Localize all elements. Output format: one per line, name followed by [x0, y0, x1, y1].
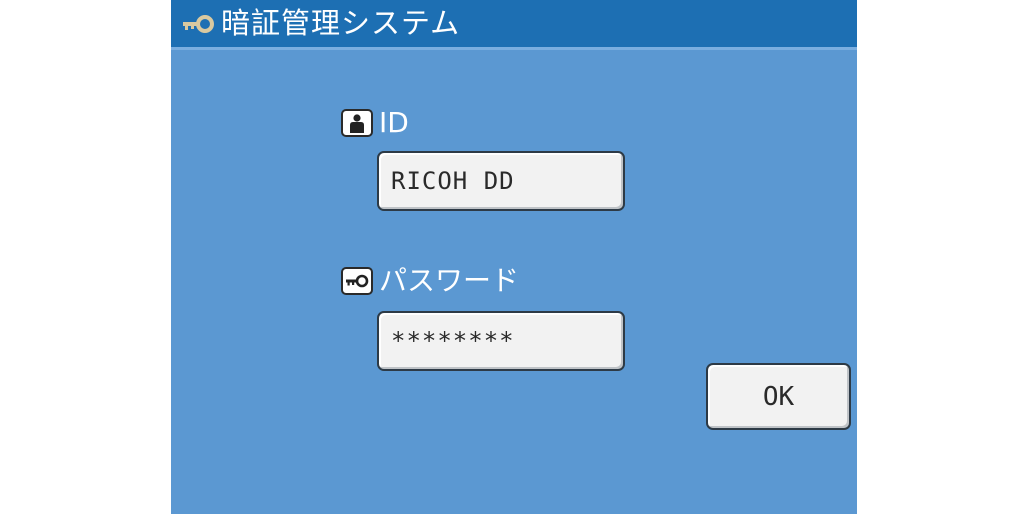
window-title: 暗証管理システム [221, 6, 461, 40]
id-label-row: ID [341, 109, 409, 137]
password-label-row: パスワード [341, 267, 519, 295]
key-icon [179, 9, 217, 39]
key-icon [341, 267, 373, 295]
id-label: ID [379, 106, 409, 139]
login-screen: 暗証管理システム ID RICOH DD パスワード ******** OK [171, 0, 857, 514]
user-icon [341, 109, 373, 137]
id-field[interactable]: RICOH DD [377, 151, 625, 211]
password-field[interactable]: ******** [377, 311, 625, 371]
password-label: パスワード [379, 264, 520, 297]
ok-button[interactable]: OK [706, 363, 851, 430]
title-bar: 暗証管理システム [171, 0, 857, 50]
